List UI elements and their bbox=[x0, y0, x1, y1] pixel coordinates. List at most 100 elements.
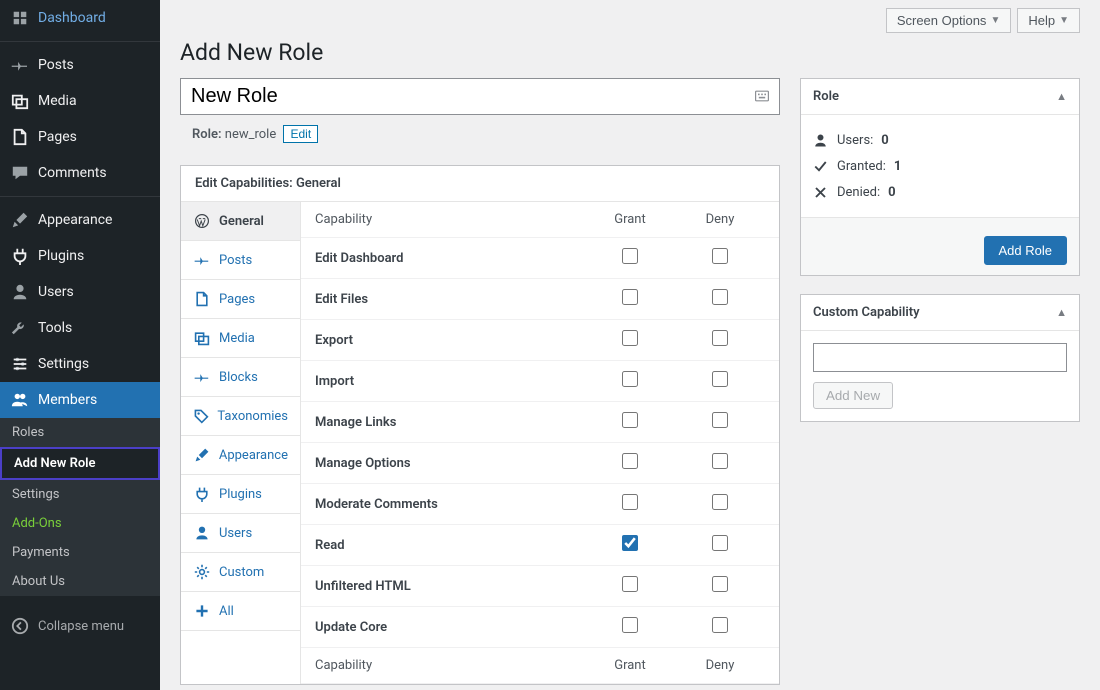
cap-tab-plugins[interactable]: Plugins bbox=[181, 475, 300, 514]
user-icon bbox=[10, 282, 30, 302]
main-content: Screen Options ▼ Help ▼ Add New Role Rol… bbox=[160, 0, 1100, 690]
add-new-capability-button[interactable]: Add New bbox=[813, 382, 893, 409]
keyboard-icon bbox=[754, 88, 770, 104]
cap-tab-media[interactable]: Media bbox=[181, 319, 300, 358]
grant-checkbox[interactable] bbox=[622, 412, 638, 428]
cap-row: Edit Dashboard bbox=[301, 238, 779, 279]
sidebar-item-members[interactable]: Members bbox=[0, 382, 160, 418]
sidebar-item-users[interactable]: Users bbox=[0, 274, 160, 310]
cap-tab-taxonomies[interactable]: Taxonomies bbox=[181, 397, 300, 436]
cap-tab-blocks[interactable]: Blocks bbox=[181, 358, 300, 397]
deny-checkbox[interactable] bbox=[712, 330, 728, 346]
check-icon bbox=[813, 158, 829, 174]
chevron-down-icon: ▼ bbox=[990, 15, 1000, 26]
custom-capability-input[interactable] bbox=[813, 343, 1067, 372]
sidebar-sub-roles[interactable]: Roles bbox=[0, 418, 160, 447]
cap-row: Update Core bbox=[301, 607, 779, 648]
cap-tab-all[interactable]: All bbox=[181, 592, 300, 631]
cap-name: Unfiltered HTML bbox=[315, 579, 585, 594]
grant-checkbox[interactable] bbox=[622, 494, 638, 510]
custom-capability-toggle[interactable]: Custom Capability▲ bbox=[801, 295, 1079, 331]
cap-tab-label: Users bbox=[219, 526, 252, 541]
cap-name: Edit Dashboard bbox=[315, 251, 585, 266]
grant-checkbox[interactable] bbox=[622, 371, 638, 387]
cap-row: Manage Links bbox=[301, 402, 779, 443]
sidebar-item-posts[interactable]: Posts bbox=[0, 47, 160, 83]
role-name-input[interactable] bbox=[180, 78, 780, 115]
deny-checkbox[interactable] bbox=[712, 535, 728, 551]
cap-tab-appearance[interactable]: Appearance bbox=[181, 436, 300, 475]
cap-tab-label: Plugins bbox=[219, 487, 262, 502]
sidebar-sub-about-us[interactable]: About Us bbox=[0, 567, 160, 596]
cap-table-foot: CapabilityGrantDeny bbox=[301, 648, 779, 684]
cap-tab-label: All bbox=[219, 604, 234, 619]
grant-checkbox[interactable] bbox=[622, 617, 638, 633]
sidebar-item-label: Dashboard bbox=[38, 10, 106, 26]
cap-table-head: CapabilityGrantDeny bbox=[301, 202, 779, 238]
help-button[interactable]: Help ▼ bbox=[1017, 8, 1080, 33]
edit-slug-button[interactable]: Edit bbox=[283, 125, 318, 143]
cap-name: Manage Links bbox=[315, 415, 585, 430]
cap-tab-posts[interactable]: Posts bbox=[181, 241, 300, 280]
role-metabox-toggle[interactable]: Role▲ bbox=[801, 79, 1079, 115]
sidebar-item-appearance[interactable]: Appearance bbox=[0, 202, 160, 238]
plug-icon bbox=[193, 485, 211, 503]
sidebar-sub-settings[interactable]: Settings bbox=[0, 480, 160, 509]
deny-checkbox[interactable] bbox=[712, 494, 728, 510]
cap-row: Unfiltered HTML bbox=[301, 566, 779, 607]
sidebar-sub-add-new-role[interactable]: Add New Role bbox=[0, 447, 160, 480]
cap-row: Export bbox=[301, 320, 779, 361]
grant-checkbox[interactable] bbox=[622, 576, 638, 592]
sidebar-item-pages[interactable]: Pages bbox=[0, 119, 160, 155]
deny-checkbox[interactable] bbox=[712, 248, 728, 264]
pin-icon bbox=[193, 251, 211, 269]
sidebar-sub-payments[interactable]: Payments bbox=[0, 538, 160, 567]
comment-icon bbox=[10, 163, 30, 183]
sidebar-item-plugins[interactable]: Plugins bbox=[0, 238, 160, 274]
cap-name: Moderate Comments bbox=[315, 497, 585, 512]
sidebar-item-media[interactable]: Media bbox=[0, 83, 160, 119]
grant-checkbox[interactable] bbox=[622, 453, 638, 469]
cap-tab-users[interactable]: Users bbox=[181, 514, 300, 553]
sidebar-item-label: Comments bbox=[38, 165, 107, 181]
sidebar-item-settings[interactable]: Settings bbox=[0, 346, 160, 382]
cap-row: Import bbox=[301, 361, 779, 402]
sidebar-item-label: Plugins bbox=[38, 248, 84, 264]
sidebar-item-label: Users bbox=[38, 284, 74, 300]
deny-checkbox[interactable] bbox=[712, 617, 728, 633]
capabilities-box: Edit Capabilities: General GeneralPostsP… bbox=[180, 165, 780, 685]
cap-tab-custom[interactable]: Custom bbox=[181, 553, 300, 592]
cap-tab-general[interactable]: General bbox=[181, 202, 300, 241]
sidebar-item-tools[interactable]: Tools bbox=[0, 310, 160, 346]
cap-tab-pages[interactable]: Pages bbox=[181, 280, 300, 319]
deny-checkbox[interactable] bbox=[712, 371, 728, 387]
deny-checkbox[interactable] bbox=[712, 576, 728, 592]
pin-icon bbox=[10, 55, 30, 75]
deny-checkbox[interactable] bbox=[712, 453, 728, 469]
brush-icon bbox=[10, 210, 30, 230]
pin-icon bbox=[193, 368, 211, 386]
screen-options-button[interactable]: Screen Options ▼ bbox=[886, 8, 1012, 33]
user-icon bbox=[193, 524, 211, 542]
add-role-button[interactable]: Add Role bbox=[984, 236, 1067, 265]
cap-name: Export bbox=[315, 333, 585, 348]
cap-row: Manage Options bbox=[301, 443, 779, 484]
cap-tab-label: Pages bbox=[219, 292, 255, 307]
cap-name: Import bbox=[315, 374, 585, 389]
deny-checkbox[interactable] bbox=[712, 412, 728, 428]
chevron-up-icon: ▲ bbox=[1056, 90, 1067, 103]
sidebar-sub-add-ons[interactable]: Add-Ons bbox=[0, 509, 160, 538]
grant-checkbox[interactable] bbox=[622, 289, 638, 305]
grant-checkbox[interactable] bbox=[622, 535, 638, 551]
deny-checkbox[interactable] bbox=[712, 289, 728, 305]
sidebar-item-label: Posts bbox=[38, 57, 74, 73]
grant-checkbox[interactable] bbox=[622, 330, 638, 346]
grant-checkbox[interactable] bbox=[622, 248, 638, 264]
sidebar-item-dashboard[interactable]: Dashboard bbox=[0, 0, 160, 36]
cap-name: Update Core bbox=[315, 620, 585, 635]
cap-tab-label: Custom bbox=[219, 565, 264, 580]
sidebar-item-comments[interactable]: Comments bbox=[0, 155, 160, 191]
collapse-menu[interactable]: Collapse menu bbox=[0, 608, 160, 644]
sidebar-item-label: Appearance bbox=[38, 212, 112, 228]
custom-capability-metabox: Custom Capability▲ Add New bbox=[800, 294, 1080, 422]
